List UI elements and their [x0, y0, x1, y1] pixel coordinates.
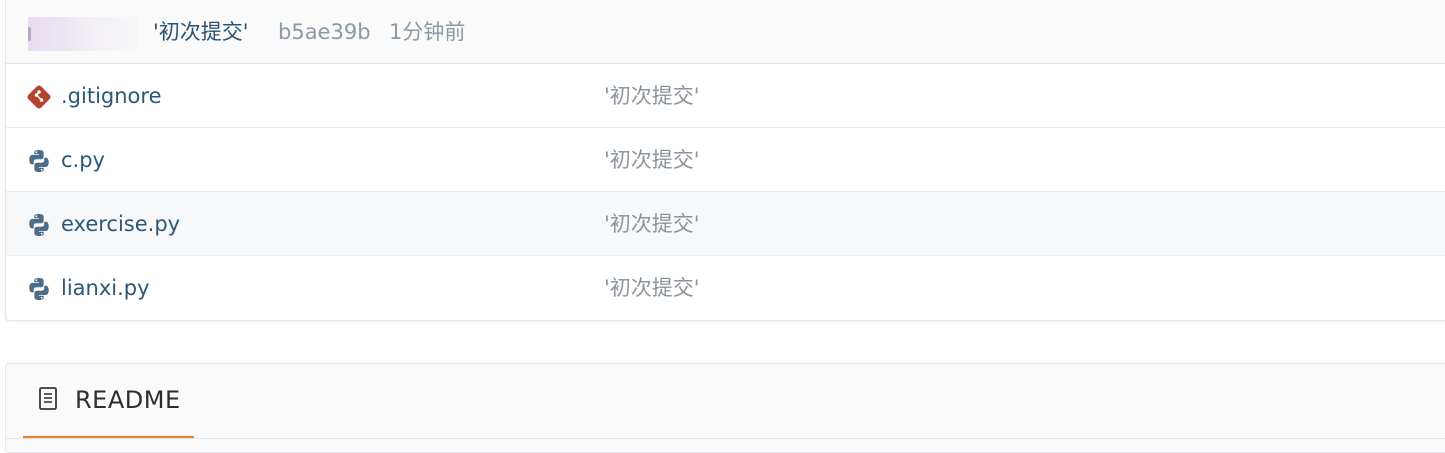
- file-row[interactable]: c.py '初次提交': [6, 128, 1445, 192]
- readme-panel: README: [5, 363, 1445, 453]
- latest-commit-time: 1分钟前: [389, 20, 466, 44]
- file-row[interactable]: exercise.py '初次提交': [6, 192, 1445, 256]
- python-icon: [26, 148, 52, 174]
- git-icon: [26, 84, 52, 110]
- file-name-link[interactable]: .gitignore: [61, 82, 162, 110]
- latest-commit-bar: '初次提交' b5ae39b 1分钟前: [6, 0, 1445, 64]
- file-list-panel: '初次提交' b5ae39b 1分钟前 .gitignore '初次提交' c.…: [5, 0, 1445, 321]
- latest-commit-message[interactable]: '初次提交': [153, 17, 249, 47]
- file-commit-message[interactable]: '初次提交': [604, 82, 700, 110]
- document-icon: [38, 386, 60, 412]
- file-name-link[interactable]: lianxi.py: [61, 274, 150, 302]
- readme-tab[interactable]: README: [23, 364, 194, 439]
- readme-divider: [6, 438, 1445, 439]
- file-row[interactable]: lianxi.py '初次提交': [6, 256, 1445, 320]
- file-commit-message[interactable]: '初次提交': [604, 146, 700, 174]
- file-name-link[interactable]: exercise.py: [61, 210, 180, 238]
- python-icon: [26, 276, 52, 302]
- readme-tab-label: README: [75, 386, 181, 414]
- file-row[interactable]: .gitignore '初次提交': [6, 64, 1445, 128]
- file-commit-message[interactable]: '初次提交': [604, 210, 700, 238]
- latest-commit-hash[interactable]: b5ae39b: [278, 17, 371, 47]
- file-commit-message[interactable]: '初次提交': [604, 274, 700, 302]
- author-avatar[interactable]: [28, 17, 138, 51]
- python-icon: [26, 212, 52, 238]
- file-name-link[interactable]: c.py: [61, 146, 105, 174]
